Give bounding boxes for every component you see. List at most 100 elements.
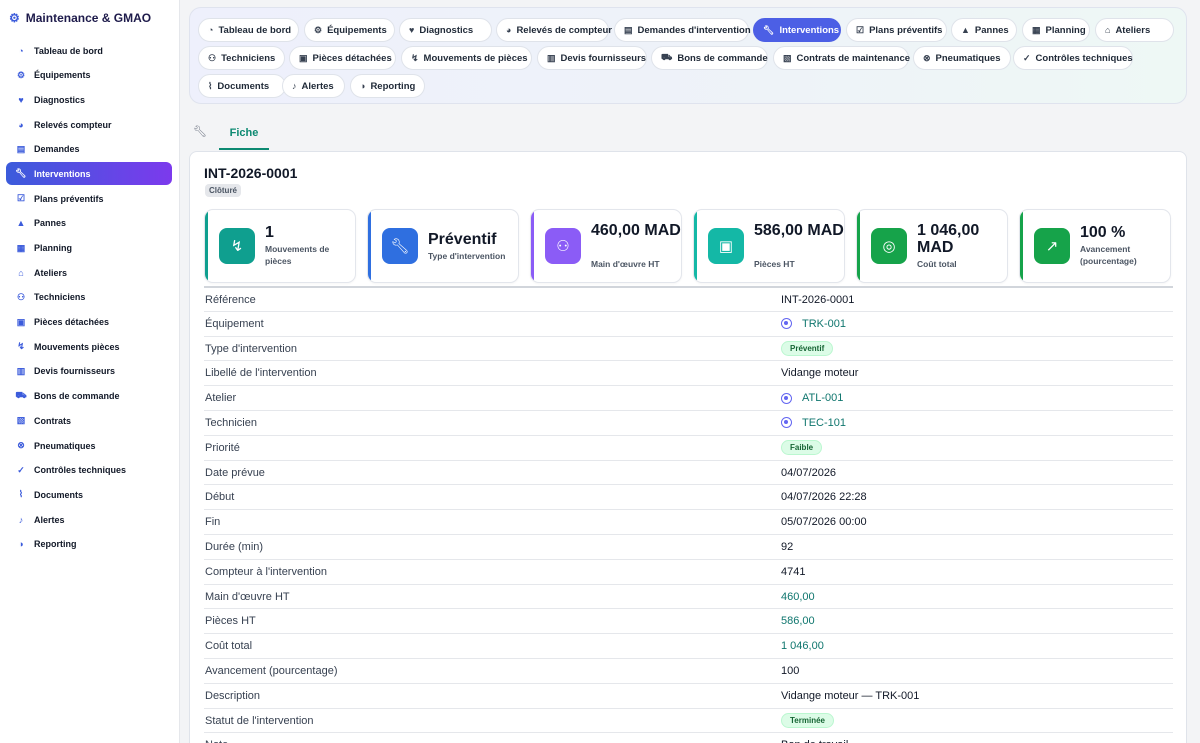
field-label: Équipement [205, 317, 264, 330]
wrench-icon: 🔧︎ [15, 168, 27, 179]
topnav-item-ateliers[interactable]: ⌂ Ateliers [1095, 18, 1174, 42]
field-label: Priorité [205, 441, 240, 454]
topnav-item-planning[interactable]: ▦ Planning [1022, 18, 1090, 42]
sidebar-item-interventions[interactable]: 🔧︎ Interventions [6, 162, 172, 186]
record-link[interactable]: TRK-001 [802, 318, 846, 330]
sidebar-item-pi-ces-d-tach-es[interactable]: ▣ Pièces détachées [6, 311, 172, 334]
sidebar-item-pannes[interactable]: ▲ Pannes [6, 212, 172, 235]
topnav-item-diagnostics[interactable]: ♥ Diagnostics [399, 18, 492, 42]
field-value[interactable]: TRK-001 [781, 318, 846, 330]
sidebar: ⚙ Maintenance & GMAO ◔ Tableau de bord ⚙ Éq… [0, 0, 180, 743]
topnav-item-pi-ces-d-tach-es[interactable]: ▣ Pièces détachées [289, 46, 396, 70]
sidebar-item-label: Reporting [34, 539, 77, 550]
dashboard-icon: ◔ [18, 45, 24, 56]
record-link[interactable]: ATL-001 [802, 392, 843, 404]
topnav-item-documents[interactable]: ⌇ Documents [198, 74, 286, 98]
field-value: Faible [781, 439, 823, 455]
dashboard-icon: ◔ [208, 25, 214, 35]
kpi-value: 1 [265, 224, 274, 241]
file-contract-icon: ▧ [16, 415, 26, 426]
field-value[interactable]: TEC-101 [781, 417, 846, 429]
field-label: Référence [205, 294, 256, 306]
sidebar-item-tableau-de-bord[interactable]: ◔ Tableau de bord [6, 39, 172, 62]
tab-fiche[interactable]: Fiche [219, 117, 269, 150]
sidebar-item-demandes[interactable]: ▤ Demandes [6, 138, 172, 161]
topnav-item-label: Techniciens [221, 52, 276, 64]
sidebar-item-label: Documents [34, 489, 84, 500]
app-brand[interactable]: ⚙ Maintenance & GMAO [0, 0, 179, 35]
topnav-item-contr-les-techniques[interactable]: ✓ Contrôles techniques [1013, 46, 1133, 70]
value-badge: Préventif [781, 340, 834, 356]
field-value: 05/07/2026 00:00 [781, 516, 867, 529]
sidebar-item-bons-de-commande[interactable]: ⛟ Bons de commande [6, 385, 172, 408]
field-value[interactable]: ATL-001 [781, 392, 843, 404]
warehouse-icon: ⌂ [1105, 25, 1111, 35]
topnav-item-label: Reporting [370, 80, 416, 92]
user-cog-icon: ⚇ [208, 52, 217, 63]
field-label: Libellé de l'intervention [205, 367, 317, 380]
topnav-item-pneumatiques[interactable]: ⊗ Pneumatiques [913, 46, 1011, 70]
record-link[interactable]: TEC-101 [802, 417, 846, 429]
kpi-value: Préventif [428, 231, 497, 248]
sidebar-item-planning[interactable]: ▦ Planning [6, 237, 172, 260]
field-value: 100 [781, 664, 800, 677]
topnav-item-mouvements-de-pi-ces[interactable]: ↯ Mouvements de pièces [401, 46, 532, 70]
sidebar-item-documents[interactable]: ⌇ Documents [6, 483, 172, 506]
topnav-item-interventions[interactable]: 🔧︎ Interventions [753, 18, 841, 42]
sidebar-item-diagnostics[interactable]: ♥ Diagnostics [6, 88, 172, 111]
wrench-icon: 🔧︎ [382, 228, 418, 264]
sidebar-item-techniciens[interactable]: ⚇ Techniciens [6, 286, 172, 309]
status-badge: Clôturé [205, 184, 241, 197]
sidebar-item-mouvements-pi-ces[interactable]: ↯ Mouvements pièces [6, 335, 172, 358]
table-row: Date prévue 04/07/2026 [204, 459, 1173, 485]
sidebar-item-contr-les-techniques[interactable]: ✓ Contrôles techniques [6, 459, 172, 482]
sidebar-item-relev-s-compteur[interactable]: ◕ Relevés compteur [6, 113, 172, 136]
kpi-card: ▣ 586,00 MAD Pièces HT [693, 209, 845, 283]
gauge-icon: ◕ [18, 119, 24, 130]
topnav-item-tableau-de-bord[interactable]: ◔ Tableau de bord [198, 18, 299, 42]
topnav-item-alertes[interactable]: ♪ Alertes [282, 74, 345, 98]
sidebar-item-plans-pr-ventifs[interactable]: ☑ Plans préventifs [6, 187, 172, 210]
tab-bar: 🔧︎ Fiche [189, 117, 1187, 151]
sidebar-item-ateliers[interactable]: ⌂ Ateliers [6, 261, 172, 284]
kpi-value: 100 % [1080, 224, 1126, 241]
kpi-card: 🔧︎ Préventif Type d'intervention [367, 209, 519, 283]
field-value: 4741 [781, 565, 806, 578]
app-title: Maintenance & GMAO [25, 10, 152, 25]
sidebar-item-contrats[interactable]: ▧ Contrats [6, 409, 172, 432]
link-record-icon [781, 318, 792, 330]
warehouse-icon: ⌂ [18, 267, 24, 278]
chart-line-icon: ↗ [1034, 228, 1070, 264]
topnav-item-techniciens[interactable]: ⚇ Techniciens [198, 46, 285, 70]
field-label: Note [205, 739, 228, 743]
sidebar-item--quipements[interactable]: ⚙ Équipements [6, 64, 172, 87]
topnav-item-contrats-de-maintenance[interactable]: ▧ Contrats de maintenance [773, 46, 910, 70]
kpi-card: ◎ 1 046,00 MAD Coût total [856, 209, 1008, 283]
link-record-icon [781, 417, 792, 429]
topnav-item-bons-de-commande[interactable]: ⛟ Bons de commande [651, 46, 768, 70]
topnav-item-demandes-d-intervention[interactable]: ▤ Demandes d'intervention [614, 18, 751, 42]
cogs-icon: ⚙ [16, 69, 26, 80]
sidebar-item-pneumatiques[interactable]: ⊗ Pneumatiques [6, 434, 172, 457]
topnav-item-label: Documents [217, 80, 270, 92]
topnav-item-reporting[interactable]: ◑ Reporting [350, 74, 425, 98]
sidebar-item-devis-fournisseurs[interactable]: ▥ Devis fournisseurs [6, 360, 172, 383]
topnav-item-plans-pr-ventifs[interactable]: ☑ Plans préventifs [846, 18, 947, 42]
topnav-item-label: Relevés de compteur [516, 24, 613, 36]
sidebar-item-reporting[interactable]: ◑ Reporting [6, 533, 172, 556]
topnav-item-pannes[interactable]: ▲ Pannes [951, 18, 1017, 42]
topnav-item-label: Diagnostics [419, 24, 474, 36]
cart-icon: ⛟ [15, 390, 27, 401]
sidebar-item-alertes[interactable]: ♪ Alertes [6, 508, 172, 531]
field-label: Atelier [205, 392, 237, 405]
sidebar-item-label: Diagnostics [34, 94, 86, 105]
table-row: Équipement TRK-001 [204, 310, 1173, 336]
table-row: Fin 05/07/2026 00:00 [204, 509, 1173, 534]
field-value: 04/07/2026 [781, 466, 837, 479]
topnav-item-relev-s-de-compteur[interactable]: ◕ Relevés de compteur [496, 18, 613, 42]
paperclip-icon: ⌇ [18, 489, 24, 500]
topnav-item--quipements[interactable]: ⚙ Équipements [304, 18, 395, 42]
calendar-icon: ▦ [1032, 24, 1041, 35]
field-label: Date prévue [205, 466, 265, 479]
topnav-item-devis-fournisseurs[interactable]: ▥ Devis fournisseurs [537, 46, 647, 70]
